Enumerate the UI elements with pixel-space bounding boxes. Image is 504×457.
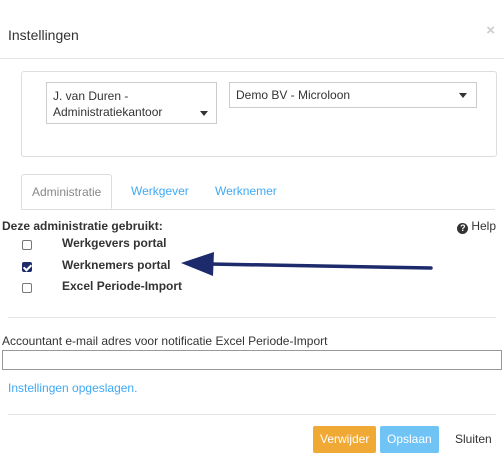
settings-dialog: Instellingen × J. van Duren - Administra… xyxy=(0,0,504,457)
close-button[interactable]: Sluiten xyxy=(448,426,499,453)
status-message: Instellingen opgeslagen. xyxy=(8,381,138,395)
save-button[interactable]: Opslaan xyxy=(380,426,439,453)
divider xyxy=(8,414,496,415)
email-label: Accountant e-mail adres voor notificatie… xyxy=(2,334,328,348)
divider xyxy=(8,317,496,318)
delete-button[interactable]: Verwijder xyxy=(313,426,377,453)
email-field[interactable] xyxy=(2,350,502,370)
